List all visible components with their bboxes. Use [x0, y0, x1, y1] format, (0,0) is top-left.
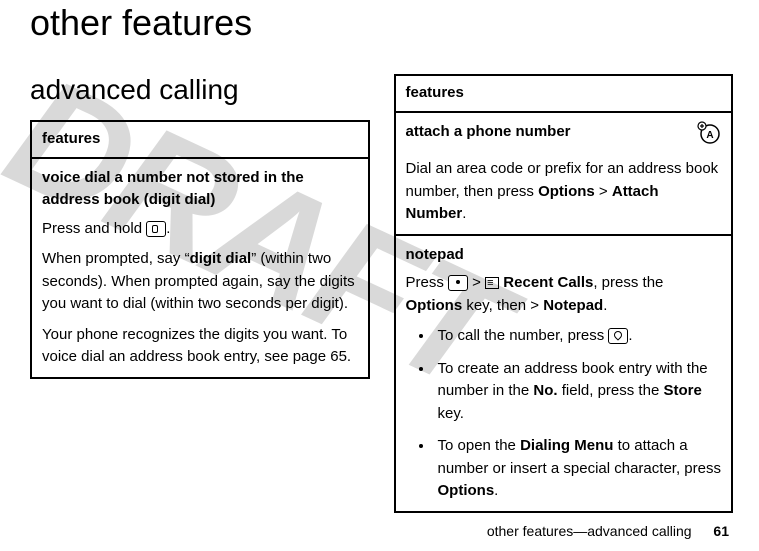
page-footer: other features—advanced calling 61: [487, 523, 729, 539]
paragraph: When prompted, say “digit dial” (within …: [42, 248, 358, 316]
feature-badge-icon: A: [697, 121, 721, 153]
feature-cell-attach-number: attach a phone number A Di: [396, 113, 732, 236]
text: Press: [406, 274, 449, 291]
text: .: [462, 205, 466, 222]
cell-title-text: attach a phone number: [406, 121, 698, 144]
feature-cell-notepad: notepad Press > Recent Calls, press the …: [396, 236, 732, 511]
features-table-left: features voice dial a number not stored …: [30, 120, 370, 379]
center-key-icon: [448, 275, 468, 291]
text: , press the: [593, 274, 663, 291]
softkey-label: Options: [438, 482, 495, 499]
paragraph: Press and hold .: [42, 218, 358, 241]
text: Press and hold: [42, 220, 146, 237]
softkey-label: Store: [663, 382, 701, 399]
menu-icon: [485, 277, 499, 289]
voice-key-icon: [146, 221, 166, 237]
softkey-label: Options: [538, 183, 595, 200]
text: field, press the: [558, 382, 664, 399]
text: To open the: [438, 437, 521, 454]
table-header: features: [396, 76, 732, 113]
paragraph: Your phone recognizes the digits you wan…: [42, 324, 358, 369]
text: key.: [438, 405, 464, 422]
text: >: [468, 274, 485, 291]
two-column-layout: advanced calling features voice dial a n…: [30, 74, 729, 513]
feature-cell-voice-dial: voice dial a number not stored in the ad…: [32, 159, 368, 377]
page-title: other features: [30, 0, 729, 44]
cell-title: attach a phone number A: [406, 121, 722, 153]
left-column: advanced calling features voice dial a n…: [30, 74, 366, 513]
paragraph: Press > Recent Calls, press the Options …: [406, 272, 722, 317]
text: key, then >: [462, 297, 543, 314]
page-number: 61: [713, 523, 729, 539]
svg-text:A: A: [706, 130, 713, 141]
cell-title-text: notepad: [406, 244, 722, 267]
right-column: features attach a phone number A: [394, 74, 730, 513]
text: To call the number, press: [438, 327, 609, 344]
list-item: To open the Dialing Menu to attach a num…: [434, 435, 722, 503]
emphasis: digit dial: [190, 250, 252, 267]
menu-label: Recent Calls: [503, 274, 593, 291]
text: .: [494, 482, 498, 499]
cell-title: voice dial a number not stored in the ad…: [42, 167, 358, 212]
table-header: features: [32, 122, 368, 159]
cell-title: notepad: [406, 244, 722, 267]
bullet-list: To call the number, press . To create an…: [406, 325, 722, 503]
section-heading: advanced calling: [30, 74, 366, 106]
text: .: [603, 297, 607, 314]
paragraph: Dial an area code or prefix for an addre…: [406, 158, 722, 226]
text: >: [595, 183, 612, 200]
list-item: To call the number, press .: [434, 325, 722, 348]
field-label: No.: [533, 382, 557, 399]
list-item: To create an address book entry with the…: [434, 358, 722, 426]
send-key-icon: [608, 328, 628, 344]
footer-text: other features—advanced calling: [487, 523, 692, 539]
menu-label: Notepad: [543, 297, 603, 314]
text: .: [628, 327, 632, 344]
softkey-label: Options: [406, 297, 463, 314]
cell-title-text: voice dial a number not stored in the ad…: [42, 167, 358, 212]
text: .: [166, 220, 170, 237]
page-content: other features advanced calling features…: [0, 0, 759, 513]
features-table-right: features attach a phone number A: [394, 74, 734, 513]
menu-label: Dialing Menu: [520, 437, 613, 454]
text: When prompted, say “: [42, 250, 190, 267]
